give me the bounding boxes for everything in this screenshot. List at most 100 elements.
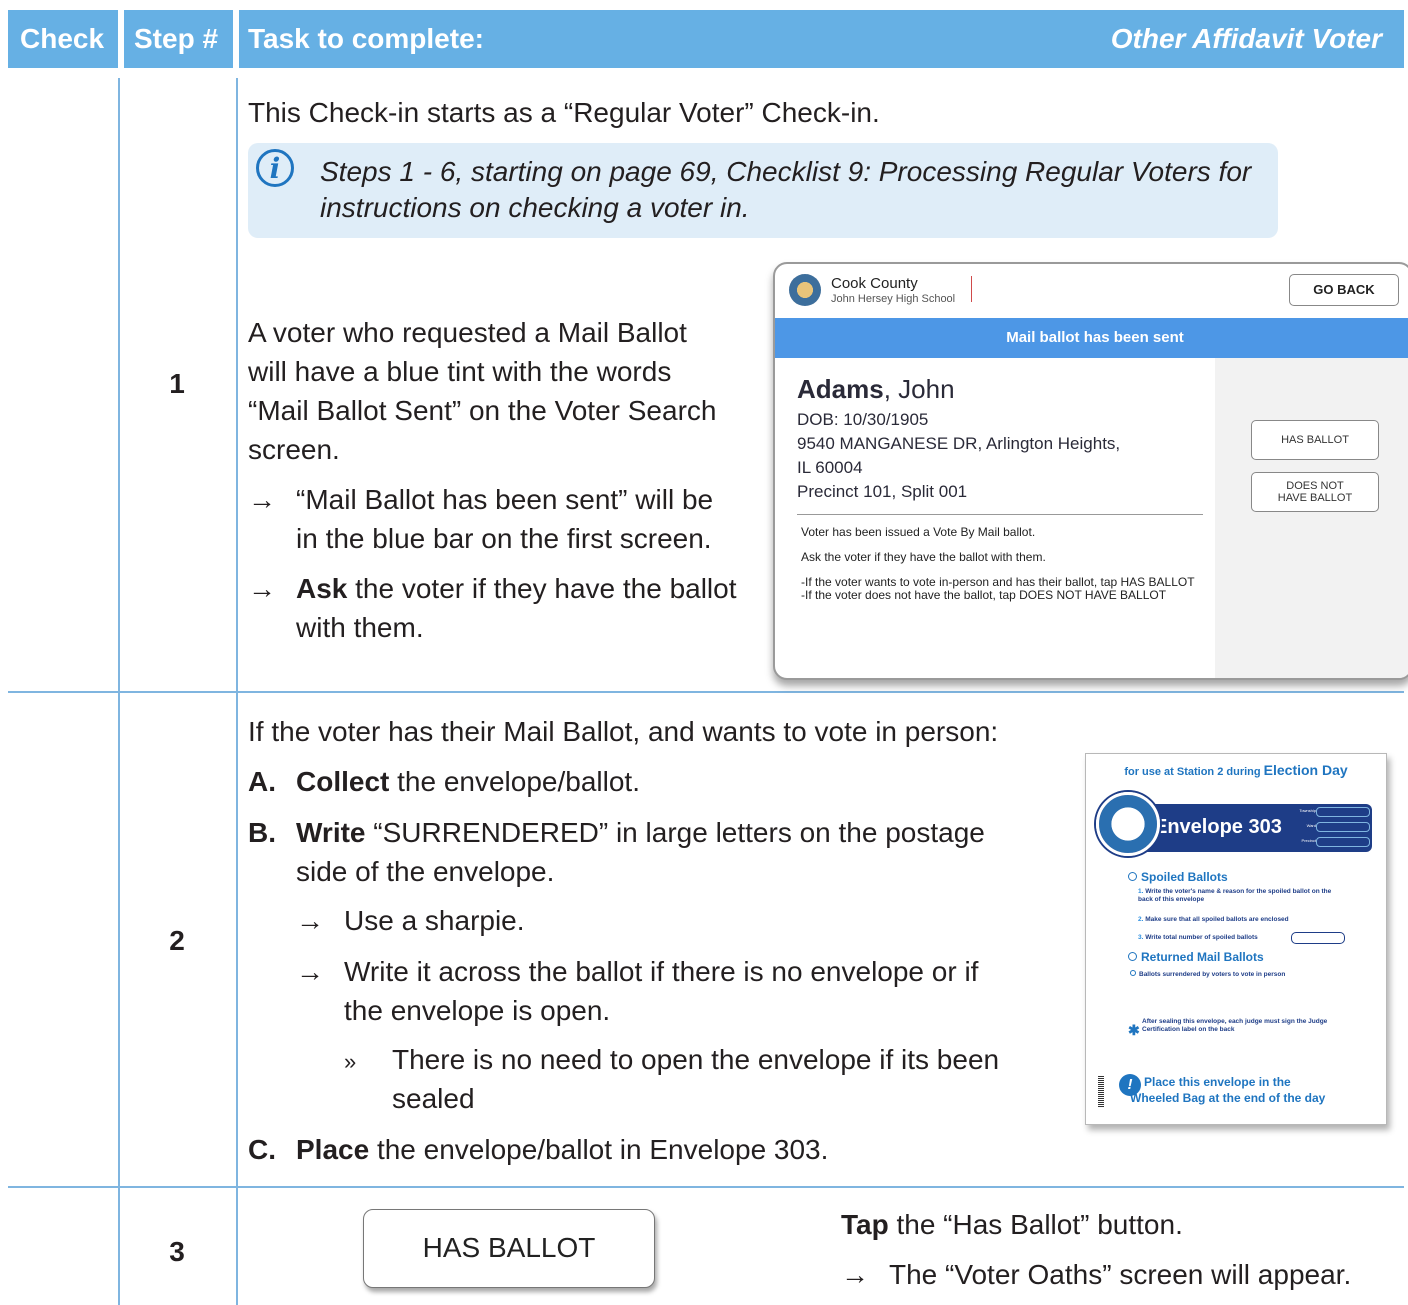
- field-box: [1316, 807, 1370, 817]
- info-note: i Steps 1 - 6, starting on page 69, Chec…: [248, 143, 1278, 238]
- item-text: the envelope/ballot in Envelope 303.: [369, 1134, 829, 1165]
- place-note: Place this envelope in the Wheeled Bag a…: [1130, 1074, 1325, 1106]
- header-step: Step #: [134, 23, 219, 54]
- step1-para-line: will have a blue tint with the words: [248, 356, 672, 387]
- row-divider: [8, 1186, 1404, 1188]
- screen-message: Voter has been issued a Vote By Mail bal…: [801, 526, 1211, 602]
- spoiled-step: 2. Make sure that all spoiled ballots ar…: [1138, 916, 1289, 923]
- button-label: DOES NOT: [1286, 480, 1344, 492]
- county-seal-icon: [1096, 792, 1160, 856]
- step1-para-line: “Mail Ballot Sent” on the Voter Search: [248, 395, 717, 426]
- sub-text: Use a sharpie.: [344, 905, 525, 936]
- county-seal-icon: [789, 274, 821, 306]
- step1-para-line: A voter who requested a Mail Ballot: [248, 317, 687, 348]
- asterisk-icon: ✱: [1128, 1022, 1140, 1038]
- envelope-banner: Envelope 303 Township Ward Precinct: [1136, 804, 1372, 852]
- spoiled-step: 1. Write the voter's name & reason for t…: [1138, 888, 1332, 903]
- voter-info: DOB: 10/30/1905 9540 MANGANESE DR, Arlin…: [797, 408, 1120, 504]
- returned-heading: Returned Mail Ballots: [1128, 950, 1264, 964]
- step1-bullet: → Ask the voter if they have the ballot: [248, 570, 737, 608]
- button-label: HAVE BALLOT: [1277, 492, 1353, 504]
- bullet-text: “Mail Ballot has been sent” will be: [296, 484, 714, 515]
- field-box: [1316, 837, 1370, 847]
- field-label: Precinct: [1301, 838, 1316, 843]
- info-icon: i: [256, 149, 294, 187]
- item-letter: B.: [248, 817, 276, 848]
- right-arrow-icon: →: [296, 956, 324, 987]
- header-divider: [118, 10, 124, 68]
- spoiled-step-text: Write the voter's name & reason for the …: [1138, 888, 1332, 903]
- screen-divider: [797, 514, 1203, 515]
- item-text: “SURRENDERED” in large letters on the po…: [365, 817, 985, 848]
- envelope-fields: Township Ward Precinct: [1278, 804, 1372, 852]
- note-text: Steps 1 - 6, starting on page 69, Checkl…: [320, 156, 1252, 223]
- voter-screen-image: Cook County John Hersey High School GO B…: [773, 262, 1408, 680]
- place-line: Place this envelope in the: [1144, 1075, 1291, 1089]
- voter-dob: DOB: 10/30/1905: [797, 410, 929, 429]
- intro-text: This Check-in starts as a “Regular Voter…: [248, 97, 880, 128]
- step3-result: → The “Voter Oaths” screen will appear.: [841, 1256, 1351, 1294]
- has-ballot-button: HAS BALLOT: [363, 1209, 655, 1288]
- screen-county: Cook County: [831, 275, 918, 292]
- header-task: Task to complete:: [248, 23, 484, 54]
- circle-checkbox-icon: [1128, 952, 1137, 961]
- row-divider: [8, 691, 1404, 693]
- header-divider: [233, 10, 239, 68]
- circle-checkbox-icon: [1128, 872, 1137, 881]
- right-arrow-icon: →: [248, 573, 276, 604]
- message-line: -If the voter does not have the ballot, …: [801, 588, 1167, 602]
- spoiled-step-text: Write total number of spoiled ballots: [1145, 934, 1258, 941]
- right-arrow-icon: →: [248, 484, 276, 515]
- step2-subsub-cont: sealed: [392, 1083, 475, 1114]
- bullet-verb: Ask: [296, 573, 348, 604]
- envelope-top-big: Election Day: [1263, 762, 1348, 778]
- step1-bullet: → “Mail Ballot has been sent” will be: [248, 481, 713, 519]
- envelope-title: Envelope 303: [1154, 816, 1282, 838]
- place-line: Wheeled Bag at the end of the day: [1130, 1091, 1326, 1105]
- spoiled-step: 3. Write total number of spoiled ballots: [1138, 934, 1258, 941]
- item-verb: Place: [296, 1134, 370, 1165]
- step1-bullet-cont: with them.: [296, 612, 424, 643]
- tap-text: the “Has Ballot” button.: [888, 1209, 1183, 1240]
- spoiled-label: Spoiled Ballots: [1141, 870, 1228, 884]
- star-note: After sealing this envelope, each judge …: [1142, 1018, 1328, 1033]
- subsub-text: There is no need to open the envelope if…: [392, 1044, 1000, 1075]
- header-check: Check: [20, 23, 105, 54]
- item-letter: A.: [248, 766, 276, 797]
- step-number: 2: [169, 925, 185, 956]
- subsub-marker: »: [344, 1049, 357, 1074]
- result-text: The “Voter Oaths” screen will appear.: [889, 1259, 1352, 1290]
- step1-para-line: screen.: [248, 434, 340, 465]
- voter-name: Adams, John: [797, 374, 955, 405]
- step2-item-b-cont: side of the envelope.: [296, 856, 555, 887]
- sub-text: Write it across the ballot if there is n…: [344, 956, 979, 987]
- step2-item-c: C. Place the envelope/ballot in Envelope …: [248, 1131, 828, 1169]
- mail-ballot-bar: Mail ballot has been sent: [775, 318, 1408, 358]
- message-line: Ask the voter if they have the ballot wi…: [801, 550, 1046, 564]
- item-letter: C.: [248, 1134, 276, 1165]
- field-box: [1316, 822, 1370, 832]
- voter-last-name: Adams: [797, 374, 884, 404]
- envelope-303-image: for use at Station 2 during Election Day…: [1085, 753, 1387, 1125]
- does-not-have-ballot-screen-button: DOES NOT HAVE BALLOT: [1251, 472, 1379, 512]
- field-label: Township: [1299, 808, 1316, 813]
- go-back-button: GO BACK: [1289, 274, 1399, 306]
- field-label: Ward: [1306, 823, 1316, 828]
- step2-item-b: B. Write “SURRENDERED” in large letters o…: [248, 814, 985, 852]
- message-line: Voter has been issued a Vote By Mail bal…: [801, 525, 1036, 539]
- envelope-top-line: for use at Station 2 during Election Day: [1086, 762, 1386, 778]
- step-number: 1: [169, 368, 185, 399]
- table-header: Check Step # Task to complete: Other Aff…: [8, 10, 1404, 68]
- item-verb: Write: [296, 817, 366, 848]
- right-arrow-icon: →: [296, 905, 324, 936]
- tap-verb: Tap: [841, 1209, 889, 1240]
- step2-sub-cont: the envelope is open.: [344, 995, 611, 1026]
- returned-step-text: Ballots surrendered by voters to vote in…: [1139, 971, 1286, 978]
- step2-sub: → Write it across the ballot if there is …: [296, 953, 978, 991]
- voter-precinct: Precinct 101, Split 001: [797, 482, 968, 501]
- step2-sub: → Use a sharpie.: [296, 902, 525, 940]
- item-text: the envelope/ballot.: [389, 766, 640, 797]
- returned-label: Returned Mail Ballots: [1141, 950, 1264, 964]
- voter-address: 9540 MANGANESE DR, Arlington Heights,: [797, 434, 1121, 453]
- right-arrow-icon: →: [841, 1259, 869, 1290]
